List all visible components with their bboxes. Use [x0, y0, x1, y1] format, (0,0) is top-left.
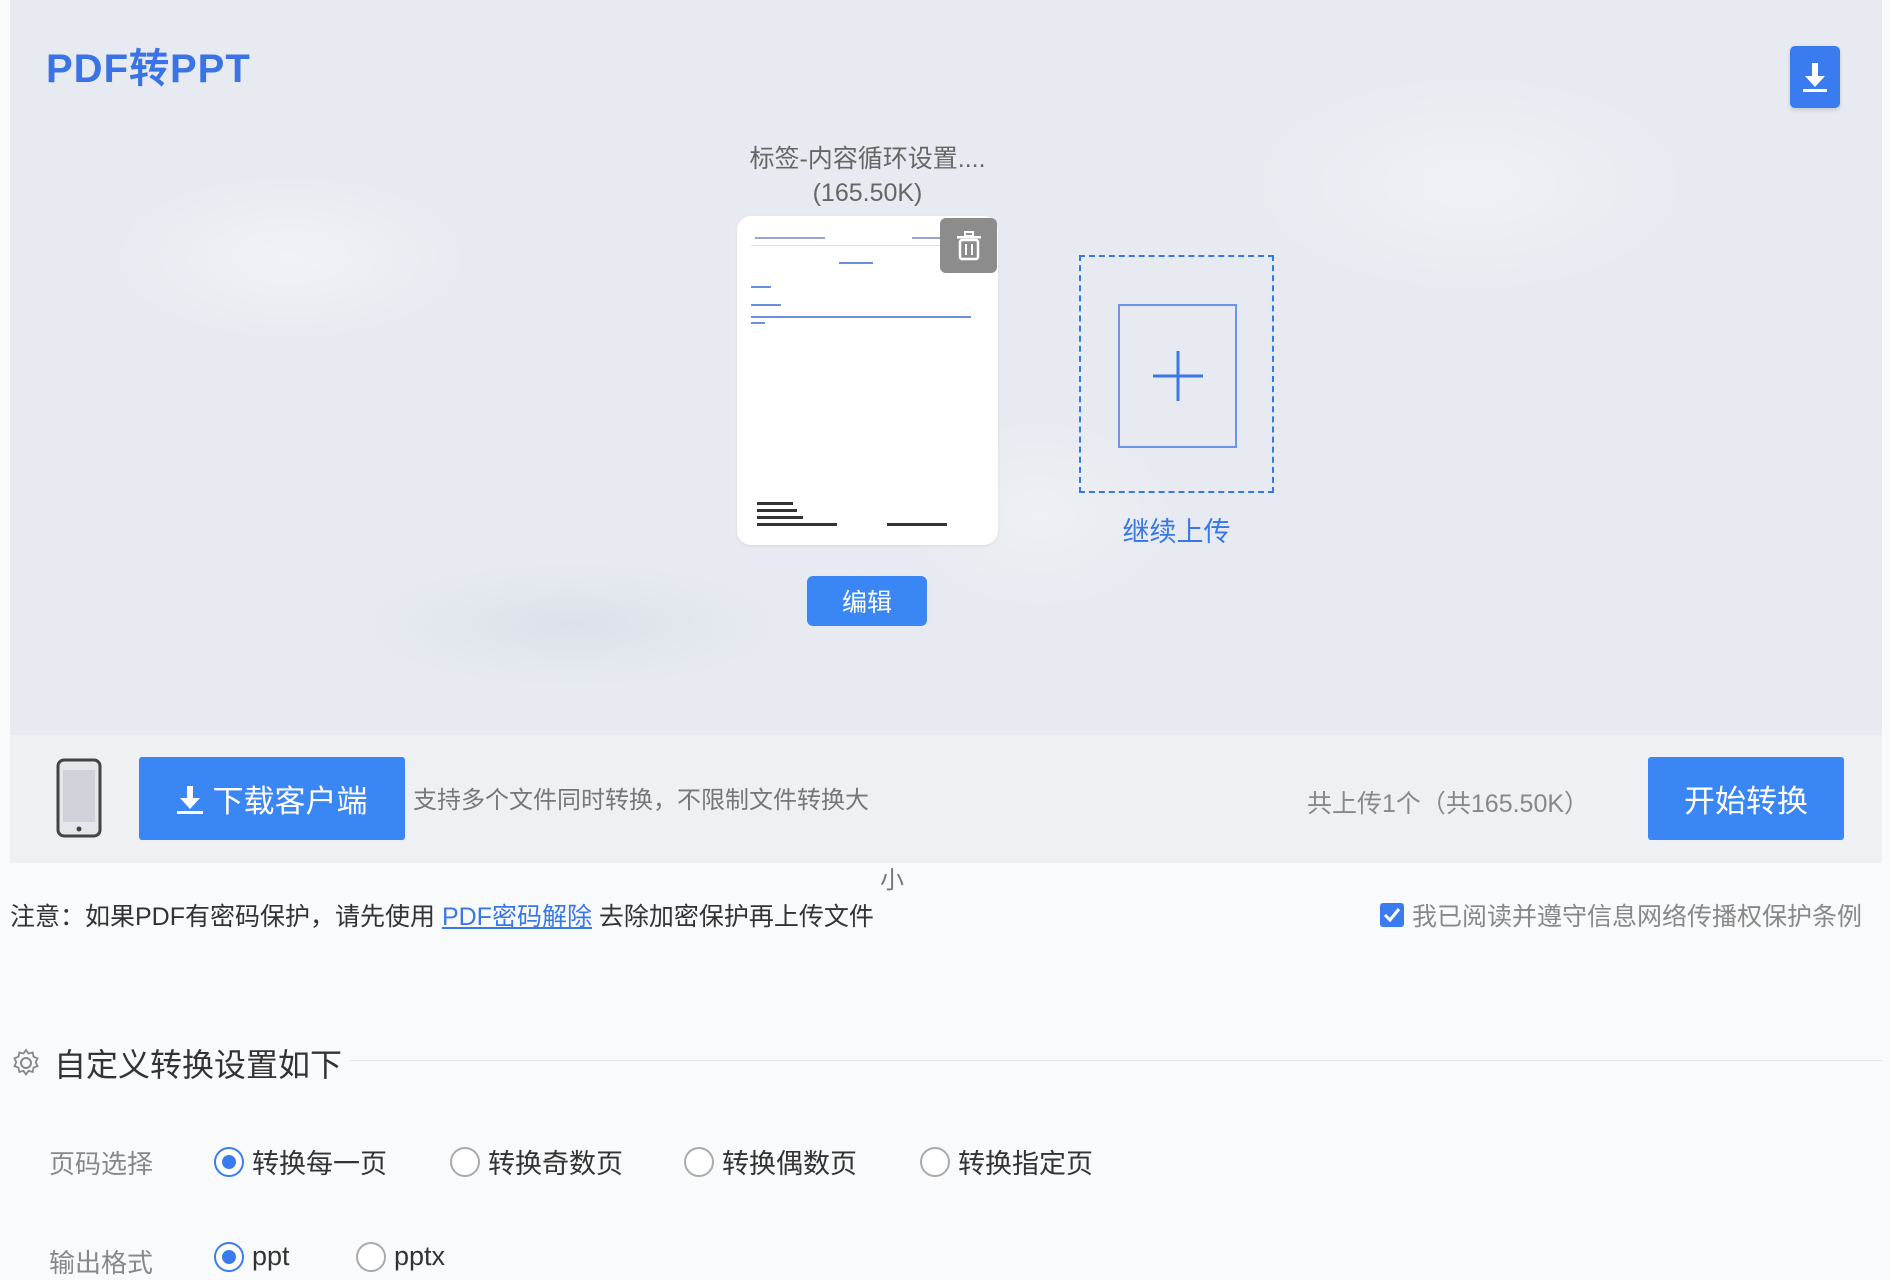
notice-prefix: 注意：如果PDF有密码保护，请先使用	[10, 903, 442, 931]
radio-even-pages[interactable]: 转换偶数页	[684, 1142, 857, 1181]
gear-icon	[13, 1048, 39, 1076]
download-client-label: 下载客户端	[212, 784, 368, 819]
plus-icon	[1152, 351, 1203, 401]
password-notice: 注意：如果PDF有密码保护，请先使用 PDF密码解除 去除加密保护再上传文件	[10, 897, 874, 933]
radio-label: 转换每一页	[252, 1149, 387, 1179]
pdf-password-remove-link[interactable]: PDF密码解除	[442, 903, 592, 931]
mobile-phone-icon	[56, 758, 102, 843]
radio-every-page[interactable]: 转换每一页	[214, 1142, 387, 1181]
support-text-wrap: 小	[880, 867, 904, 894]
settings-title: 自定义转换设置如下	[54, 1047, 343, 1083]
page-title: PDF转PPT	[46, 47, 251, 91]
download-client-button[interactable]: 下载客户端	[139, 757, 405, 840]
radio-button[interactable]	[920, 1146, 950, 1177]
radio-button[interactable]	[450, 1146, 480, 1177]
checkmark-icon	[1383, 908, 1401, 923]
continue-upload-label[interactable]: 继续上传	[1079, 510, 1274, 549]
agreement-label: 我已阅读并遵守信息网络传播权保护条例	[1412, 903, 1863, 931]
start-convert-button[interactable]: 开始转换	[1648, 757, 1844, 840]
delete-file-button[interactable]	[940, 218, 997, 273]
page-selection-label: 页码选择	[49, 1149, 154, 1179]
trash-icon	[956, 230, 981, 260]
agreement-checkbox[interactable]	[1380, 903, 1404, 927]
download-corner-button[interactable]	[1790, 46, 1840, 108]
download-icon	[176, 785, 203, 814]
settings-divider	[350, 1060, 1882, 1061]
file-info: 标签-内容循环设置.... (165.50K)	[700, 142, 1035, 210]
radio-odd-pages[interactable]: 转换奇数页	[450, 1142, 623, 1181]
output-format-label: 输出格式	[49, 1248, 154, 1278]
radio-specified-pages[interactable]: 转换指定页	[920, 1142, 1093, 1181]
agreement[interactable]: 我已阅读并遵守信息网络传播权保护条例	[1380, 897, 1862, 933]
radio-button[interactable]	[684, 1146, 714, 1177]
edit-button[interactable]: 编辑	[807, 576, 927, 626]
radio-label: ppt	[252, 1241, 290, 1271]
upload-count: 共上传1个（共165.50K）	[1307, 790, 1590, 818]
download-icon	[1803, 63, 1827, 92]
radio-button[interactable]	[214, 1241, 244, 1272]
radio-label: 转换偶数页	[722, 1149, 857, 1179]
file-size: (165.50K)	[812, 179, 923, 207]
notice-suffix: 去除加密保护再上传文件	[591, 903, 874, 931]
radio-button[interactable]	[356, 1241, 386, 1272]
radio-label: 转换指定页	[958, 1149, 1093, 1179]
radio-button[interactable]	[214, 1146, 244, 1177]
support-text: 支持多个文件同时转换，不限制文件转换大	[413, 787, 869, 814]
radio-format-ppt[interactable]: ppt	[214, 1241, 290, 1272]
file-name: 标签-内容循环设置....	[749, 145, 986, 173]
settings-heading: 自定义转换设置如下	[10, 1040, 342, 1086]
add-file-button[interactable]	[1118, 304, 1237, 448]
radio-label: pptx	[394, 1241, 446, 1271]
radio-label: 转换奇数页	[488, 1149, 623, 1179]
radio-format-pptx[interactable]: pptx	[356, 1241, 445, 1272]
